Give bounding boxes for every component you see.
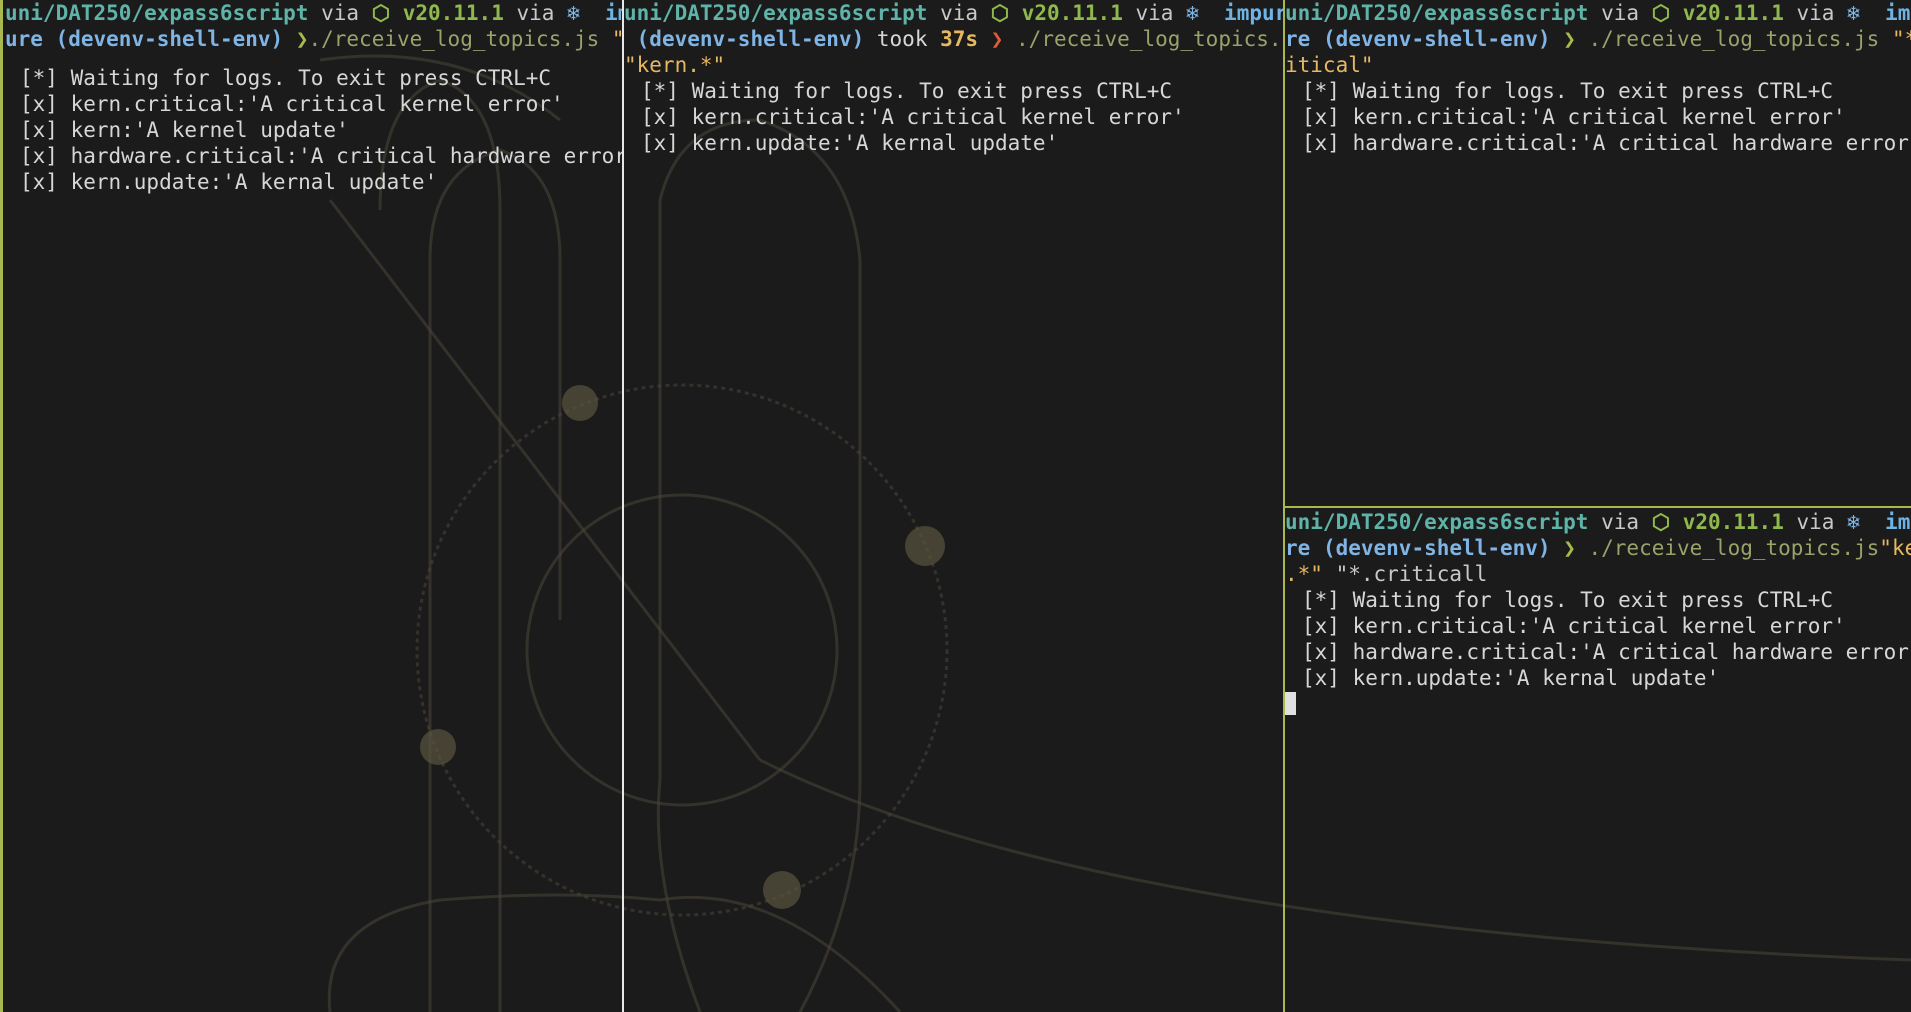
command-line: re (devenv-shell-env) ❯ ./receive_log_to…: [1285, 26, 1911, 52]
nodejs-hexagon-icon: ⬡: [990, 1, 1010, 25]
snowflake-icon: ❄: [1186, 1, 1199, 25]
nodejs-hexagon-icon: ⬡: [1651, 1, 1671, 25]
command-text: ./receive_log_topics.js: [1016, 27, 1283, 51]
terminal-pane-2[interactable]: uni/DAT250/expass6script via ⬡ v20.11.1 …: [624, 0, 1283, 1012]
log-line: [*] Waiting for logs. To exit press CTRL…: [641, 79, 1173, 103]
command-argument: "*.cr: [1891, 27, 1911, 51]
command-wrap-line: .*" "*.criticall: [1285, 561, 1911, 587]
log-line: [x] kern.critical:'A critical kernel err…: [641, 105, 1185, 129]
terminal-pane-4[interactable]: uni/DAT250/expass6script via ⬡ v20.11.1 …: [1285, 509, 1911, 1012]
command-text: ./receive_log_topics.js: [1588, 27, 1880, 51]
terminal-pane-3[interactable]: uni/DAT250/expass6script via ⬡ v20.11.1 …: [1285, 0, 1911, 506]
command-line: ure (devenv-shell-env) ❯./receive_log_to…: [5, 26, 622, 52]
command-argument-wrap: itical": [1285, 53, 1374, 77]
prompt-line: uni/DAT250/expass6script via ⬡ v20.11.1 …: [624, 0, 1283, 26]
command-wrap-line: itical": [1285, 52, 1911, 78]
log-line: [x] hardware.critical:'A critical hardwa…: [1302, 131, 1911, 155]
env-label: (devenv-shell-env): [636, 27, 865, 51]
prompt-path: uni/DAT250/expass6script: [1285, 510, 1589, 534]
prompt-arrow: ❯: [990, 27, 1004, 51]
snowflake-icon: ❄: [1847, 510, 1860, 534]
node-version: v20.11.1: [1682, 510, 1784, 534]
command-argument: "kern.*": [624, 53, 726, 77]
prompt-arrow: ❯: [1563, 27, 1576, 51]
prompt-path: uni/DAT250/expass6script: [5, 1, 309, 25]
env-label: (devenv-shell-env): [1322, 536, 1551, 560]
log-line: [*] Waiting for logs. To exit press CTRL…: [1302, 588, 1834, 612]
prompt-line: uni/DAT250/expass6script via ⬡ v20.11.1 …: [1285, 509, 1911, 535]
log-line: [*] Waiting for logs. To exit press CTRL…: [1302, 79, 1834, 103]
node-version: v20.11.1: [1021, 1, 1123, 25]
prompt-arrow: ❯: [295, 27, 309, 51]
impure-label: imp: [1885, 1, 1911, 25]
impure-label: imp: [605, 1, 622, 25]
prompt-arrow: ❯: [1563, 536, 1576, 560]
prompt-line: uni/DAT250/expass6script via ⬡ v20.11.1 …: [5, 0, 622, 26]
log-line: [x] kern.update:'A kernal update': [1302, 666, 1720, 690]
prompt-line: uni/DAT250/expass6script via ⬡ v20.11.1 …: [1285, 0, 1911, 26]
env-label: (devenv-shell-env): [1322, 27, 1551, 51]
command-argument-wrap: .*": [1285, 562, 1323, 586]
command-argument: "#": [599, 27, 622, 51]
command-wrap-line: "kern.*": [624, 52, 1283, 78]
command-text: ./receive_log_topics.js: [308, 27, 600, 51]
snowflake-icon: ❄: [567, 1, 580, 25]
command-argument: "kern: [1879, 536, 1911, 560]
env-label: (devenv-shell-env): [55, 27, 284, 51]
input-line[interactable]: [1285, 691, 1911, 717]
node-version: v20.11.1: [402, 1, 504, 25]
pane-divider: [1285, 506, 1911, 508]
duration: 37s: [940, 27, 979, 51]
log-line: [x] kern.update:'A kernal update': [20, 170, 438, 194]
command-text: ./receive_log_topics.js: [1588, 536, 1880, 560]
log-line: [x] kern.critical:'A critical kernel err…: [1302, 105, 1846, 129]
impure-label: impurt: [1224, 1, 1283, 25]
log-line: [x] kern.update:'A kernal update': [641, 131, 1059, 155]
pane-divider: [622, 0, 624, 1012]
log-line: [x] kern.critical:'A critical kernel err…: [20, 92, 564, 116]
command-line: (devenv-shell-env) took 37s ❯ ./receive_…: [624, 26, 1283, 52]
nodejs-hexagon-icon: ⬡: [1651, 510, 1671, 534]
command-line: re (devenv-shell-env) ❯ ./receive_log_to…: [1285, 535, 1911, 561]
prompt-path: uni/DAT250/expass6script: [1285, 1, 1589, 25]
log-line: [x] kern.critical:'A critical kernel err…: [1302, 614, 1846, 638]
prompt-path: uni/DAT250/expass6script: [624, 1, 928, 25]
log-line: [*] Waiting for logs. To exit press CTRL…: [20, 66, 552, 90]
nodejs-hexagon-icon: ⬡: [371, 1, 391, 25]
snowflake-icon: ❄: [1847, 1, 1860, 25]
command-argument-typed: "*.criticall: [1322, 562, 1488, 586]
impure-label: imp: [1885, 510, 1911, 534]
node-version: v20.11.1: [1682, 1, 1784, 25]
terminal-pane-1[interactable]: uni/DAT250/expass6script via ⬡ v20.11.1 …: [0, 0, 622, 1012]
log-line: [x] hardware.critical:'A critical hardwa…: [1302, 640, 1911, 664]
log-line: [x] hardware.critical:'A critical hardwa…: [20, 144, 622, 168]
text-cursor: [1285, 692, 1296, 715]
log-line: [x] kern:'A kernel update': [20, 118, 349, 142]
